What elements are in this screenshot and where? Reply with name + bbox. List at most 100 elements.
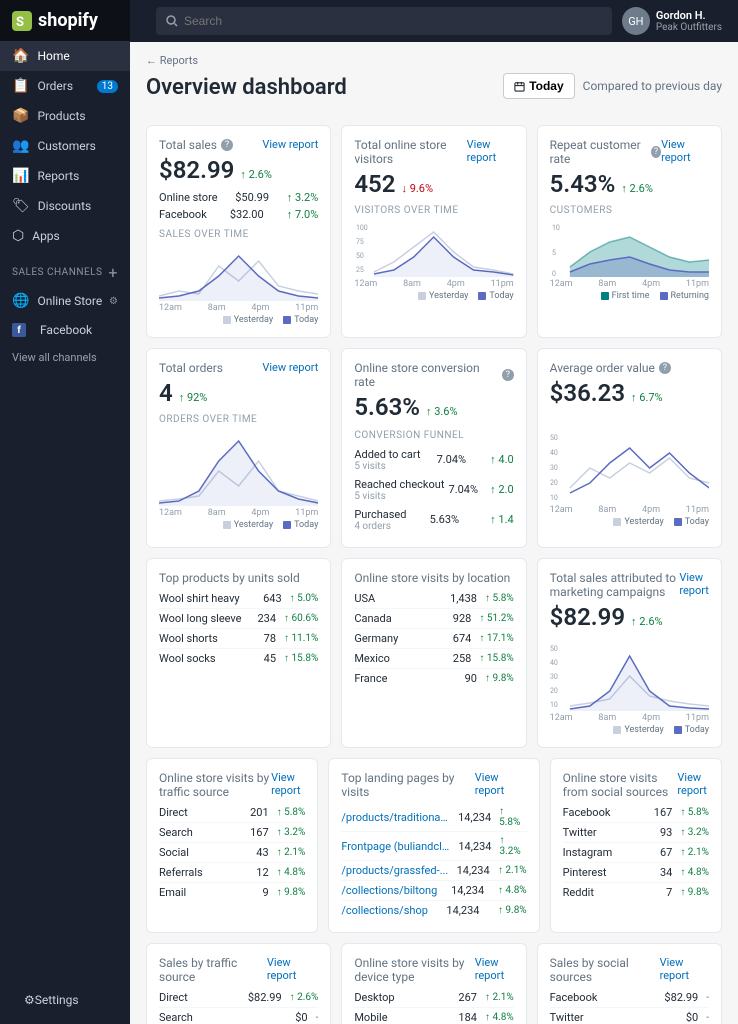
search-input[interactable] xyxy=(184,14,602,28)
sidebar-nav: 🏠 Home 📋 Orders 13 📦 Products 👥 Customer… xyxy=(0,41,130,976)
traffic-source-view-report[interactable]: View report xyxy=(271,771,305,797)
location-row-4: France 90 ↑ 9.8% xyxy=(354,669,513,688)
sidebar-item-products[interactable]: 📦 Products xyxy=(0,101,130,131)
avg-order-value-change: ↑ 6.7% xyxy=(631,391,663,404)
calendar-icon xyxy=(514,81,525,92)
svg-text:30: 30 xyxy=(550,673,558,681)
home-icon: 🏠 xyxy=(12,48,29,64)
visitors-chart-labels: 12am 8am 4pm 11pm xyxy=(354,279,513,289)
sales-social-card: Sales by social sources View report Face… xyxy=(537,943,722,1024)
traffic-source-title: Online store visits by traffic source xyxy=(159,771,271,799)
device-type-view-report[interactable]: View report xyxy=(475,956,514,982)
sidebar-item-discounts[interactable]: 🏷 Discounts xyxy=(0,191,130,221)
sidebar-item-facebook-label: Facebook xyxy=(40,323,92,337)
traffic-source-rows: Direct 201 ↑ 5.8% Search 167 ↑ 3.2% Soci… xyxy=(159,803,305,902)
conversion-rate-info-icon[interactable]: ? xyxy=(502,369,514,381)
svg-text:0: 0 xyxy=(552,270,556,277)
location-row-2: Germany 674 ↑ 17.1% xyxy=(354,629,513,649)
orders-badge: 13 xyxy=(97,80,118,93)
marketing-legend-today: Today xyxy=(674,725,709,735)
sidebar-item-home-label: Home xyxy=(37,49,69,63)
topbar-search-bar[interactable] xyxy=(156,7,612,35)
svg-text:10: 10 xyxy=(550,701,558,709)
apps-icon: ⬡ xyxy=(12,228,24,244)
returning-legend: Returning xyxy=(660,291,709,301)
svg-text:75: 75 xyxy=(356,238,364,246)
svg-text:S: S xyxy=(16,15,24,30)
sidebar-bottom: ⚙ Settings xyxy=(0,976,130,1024)
orders-chart xyxy=(159,431,318,506)
sidebar-item-customers-label: Customers xyxy=(37,139,95,153)
svg-text:100: 100 xyxy=(356,224,368,232)
avg-order-value-chart: 50 40 30 20 10 xyxy=(550,428,709,503)
settings-label: Settings xyxy=(35,993,79,1007)
sidebar-item-reports[interactable]: 📊 Reports xyxy=(0,161,130,191)
avg-order-legend-yesterday: Yesterday xyxy=(613,517,663,527)
social-row-0: Facebook 167 ↑ 5.8% xyxy=(563,803,709,823)
sidebar-item-online-store[interactable]: 🌐 Online Store ⚙ xyxy=(0,286,130,316)
svg-text:10: 10 xyxy=(552,224,560,232)
sidebar-item-settings[interactable]: ⚙ Settings xyxy=(12,986,118,1014)
visits-by-location-title: Online store visits by location xyxy=(354,571,510,585)
svg-text:50: 50 xyxy=(550,434,558,442)
marketing-sales-view-report[interactable]: View report xyxy=(679,571,709,597)
top-product-row-3: Wool socks 45 ↑ 15.8% xyxy=(159,649,318,668)
legend-today: Today xyxy=(283,315,318,325)
visits-by-location-rows: USA 1,438 ↑ 5.8% Canada 928 ↑ 51.2% Germ… xyxy=(354,589,513,688)
sales-traffic-view-report[interactable]: View report xyxy=(267,956,318,982)
repeat-customer-info-icon[interactable]: ? xyxy=(651,146,661,158)
sidebar-item-facebook[interactable]: f Facebook xyxy=(0,316,130,344)
sales-chart-labels: 12am 8am 4pm 11pm xyxy=(159,303,318,313)
landing-pages-rows: /products/traditional-... 14,234 ↑ 5.8% … xyxy=(341,803,526,920)
main-area: GH Gordon H. Peak Outfitters ← Reports O… xyxy=(130,0,738,1024)
repeat-customer-view-report[interactable]: View report xyxy=(661,138,709,164)
orders-chart-labels: 12am 8am 4pm 11pm xyxy=(159,508,318,518)
breadcrumb[interactable]: ← Reports xyxy=(146,54,722,67)
social-sources-view-report[interactable]: View report xyxy=(677,771,709,797)
total-sales-info-icon[interactable]: ? xyxy=(221,139,233,151)
avg-order-value-info-icon[interactable]: ? xyxy=(659,362,671,374)
facebook-icon: f xyxy=(12,323,26,337)
sales-channels-title: SALES CHANNELS + xyxy=(0,251,130,286)
device-type-rows: Desktop 267 ↑ 2.1% Mobile 184 ↑ 4.8% Tab… xyxy=(354,988,513,1024)
social-row-1: Twitter 93 ↑ 3.2% xyxy=(563,823,709,843)
view-all-channels-link[interactable]: View all channels xyxy=(0,344,130,370)
total-sales-change: ↑ 2.6% xyxy=(240,168,272,181)
total-orders-card: Total orders View report 4 ↑ 92% ORDERS … xyxy=(146,348,331,548)
sidebar-item-home[interactable]: 🏠 Home xyxy=(0,41,130,71)
visitors-view-report[interactable]: View report xyxy=(467,138,514,164)
add-channel-icon[interactable]: + xyxy=(108,263,118,282)
conversion-rate-value: 5.63% xyxy=(354,393,420,422)
sales-traffic-rows: Direct $82.99 ↑ 2.6% Search $0 - Social … xyxy=(159,988,318,1024)
top-product-row-1: Wool long sleeve 234 ↑ 60.6% xyxy=(159,609,318,629)
orders-legend-yesterday: Yesterday xyxy=(223,520,273,530)
first-time-legend: First time xyxy=(601,291,650,301)
funnel-rows: Added to cart 5 visits 7.04% ↑ 4.0 Reach… xyxy=(354,445,513,535)
sidebar-item-customers[interactable]: 👥 Customers xyxy=(0,131,130,161)
conversion-rate-change: ↑ 3.6% xyxy=(426,405,458,418)
sidebar-logo: S shopify xyxy=(0,0,130,41)
total-orders-title: Total orders xyxy=(159,361,223,375)
repeat-customer-chart-labels: 12am 8am 4pm 11pm xyxy=(550,279,709,289)
social-row-4: Reddit 7 ↑ 9.8% xyxy=(563,883,709,902)
device-type-title: Online store visits by device type xyxy=(354,956,474,984)
landing-pages-view-report[interactable]: View report xyxy=(475,771,527,797)
svg-text:50: 50 xyxy=(550,645,558,653)
avg-order-value-value: $36.23 xyxy=(550,379,625,408)
row-5: Sales by traffic source View report Dire… xyxy=(146,943,722,1024)
device-type-card: Online store visits by device type View … xyxy=(341,943,526,1024)
user-menu[interactable]: GH Gordon H. Peak Outfitters xyxy=(622,7,722,35)
svg-text:40: 40 xyxy=(550,659,558,667)
sidebar-item-orders-label: Orders xyxy=(37,79,73,93)
sales-social-view-report[interactable]: View report xyxy=(660,956,709,982)
social-row-2: Instagram 67 ↑ 2.1% xyxy=(563,843,709,863)
sidebar-item-orders[interactable]: 📋 Orders 13 xyxy=(0,71,130,101)
sales-traffic-title: Sales by traffic source xyxy=(159,956,267,984)
today-button[interactable]: Today xyxy=(503,73,574,99)
online-store-settings-icon[interactable]: ⚙ xyxy=(109,296,118,307)
sidebar-item-apps[interactable]: ⬡ Apps xyxy=(0,221,130,251)
discounts-icon: 🏷 xyxy=(12,198,30,214)
total-sales-view-report[interactable]: View report xyxy=(262,138,318,151)
row-2: Total orders View report 4 ↑ 92% ORDERS … xyxy=(146,348,722,548)
total-orders-view-report[interactable]: View report xyxy=(262,361,318,374)
